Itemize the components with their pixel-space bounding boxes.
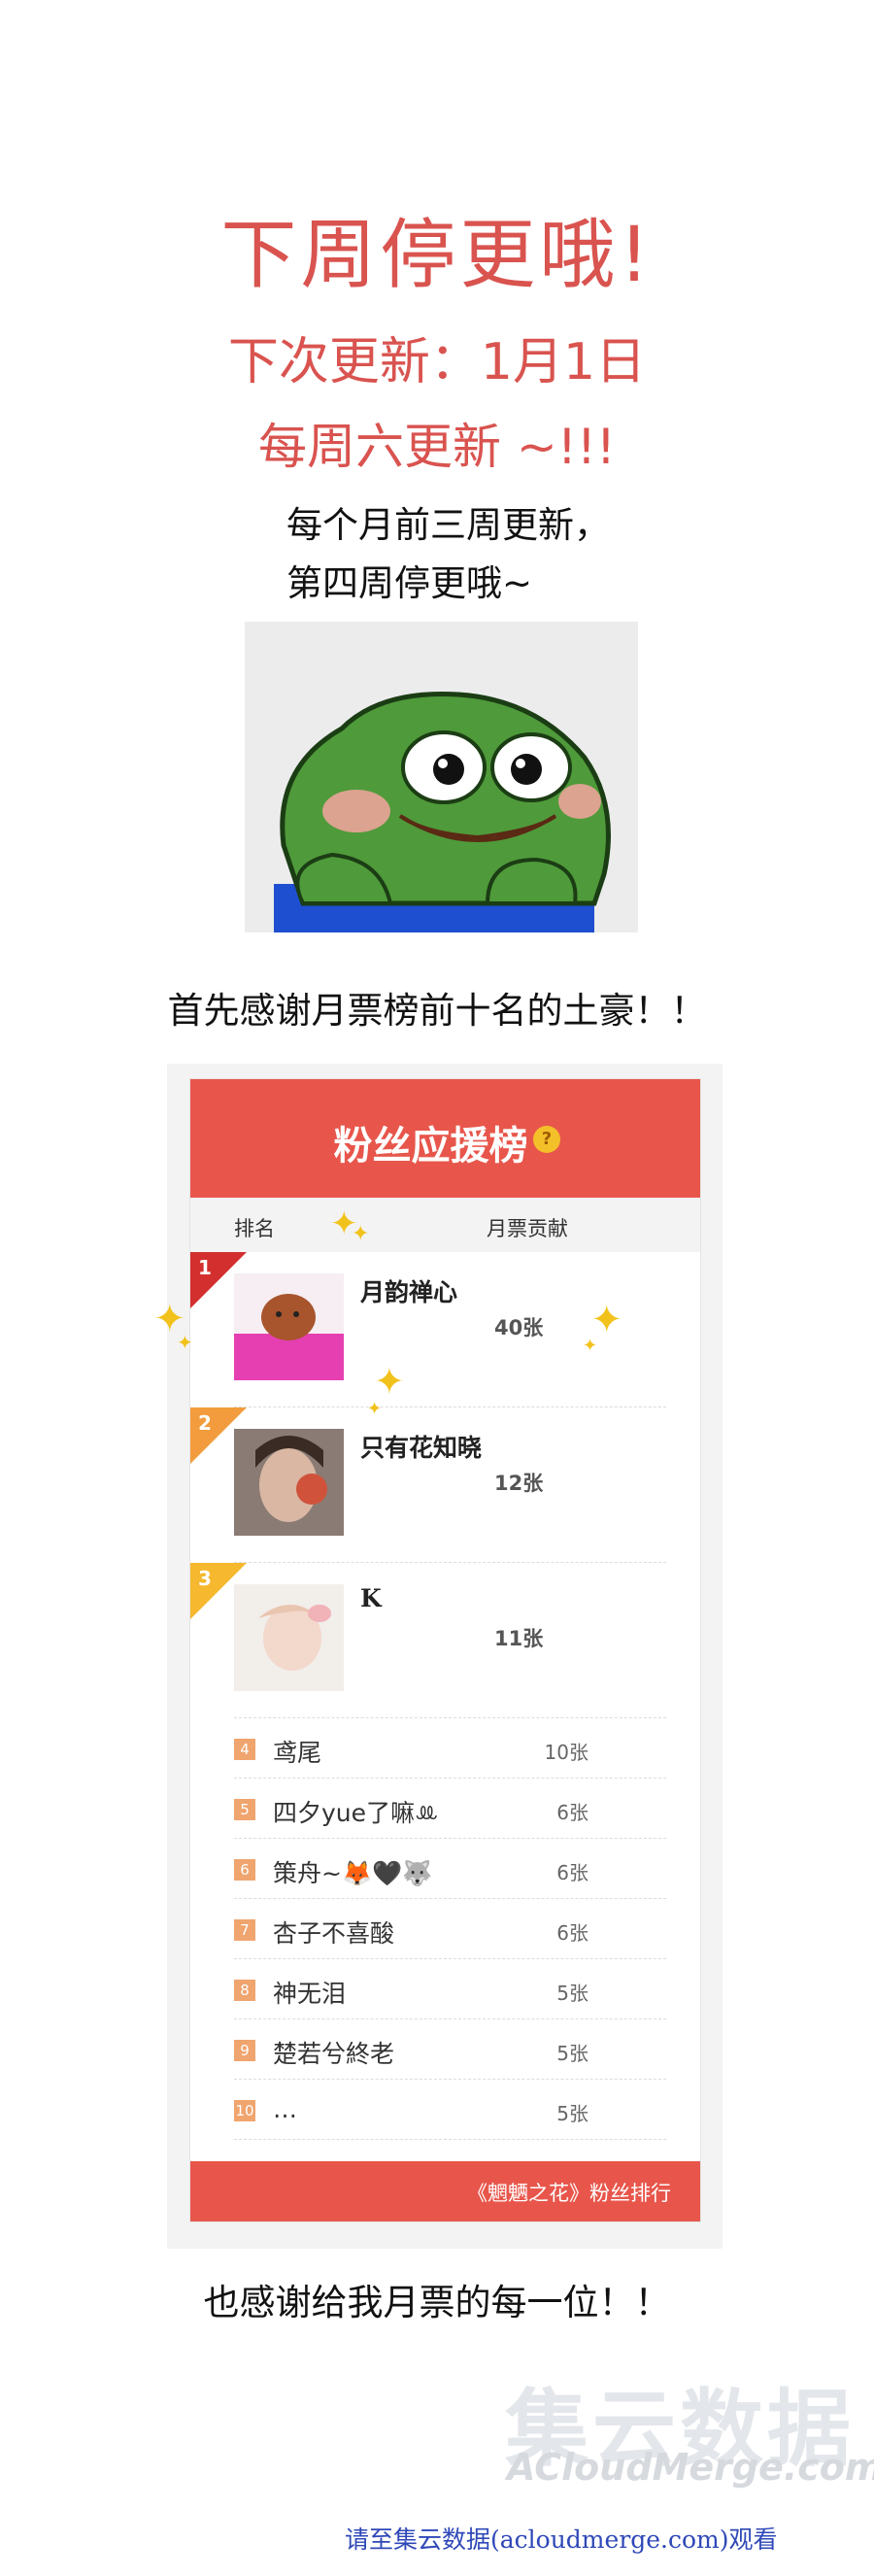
weekly-schedule: 每周六更新 ~!!! xyxy=(258,419,616,475)
rank-badge: 6 xyxy=(234,1859,255,1881)
avatar[interactable] xyxy=(234,1429,344,1536)
sparkle-icon: ✦ xyxy=(367,1399,383,1419)
fan-list-row[interactable]: 4 鸢尾 10张 xyxy=(234,1718,666,1779)
top-fan-row-1[interactable]: 1 月韵禅心 40张 xyxy=(190,1252,700,1407)
leaderboard-title: 粉丝应援榜 xyxy=(333,1124,528,1169)
watermark-english: ACloudMerge.com xyxy=(507,2446,874,2489)
fan-name: … xyxy=(273,2095,297,2123)
rank-badge: 9 xyxy=(234,2040,255,2061)
fan-list-row[interactable]: 9 楚若兮終老 5张 xyxy=(234,2019,666,2080)
rank-badge: 8 xyxy=(234,1980,255,2001)
fan-list-row[interactable]: 10 … 5张 xyxy=(234,2080,666,2140)
rank-number: 3 xyxy=(198,1567,212,1590)
fan-ticket-count: 6张 xyxy=(556,1861,588,1884)
fan-ticket-count: 10张 xyxy=(544,1741,588,1764)
rank-badge: 7 xyxy=(234,1919,255,1941)
rank-badge: 10 xyxy=(234,2100,255,2121)
source-link[interactable]: 请至集云数据(acloudmerge.com)观看 xyxy=(345,2521,778,2556)
leaderboard-header: 粉丝应援榜 ? xyxy=(190,1079,700,1198)
fan-list-row[interactable]: 6 策舟~🦊🖤🐺 6张 xyxy=(234,1839,666,1899)
fan-list-row[interactable]: 7 杏子不喜酸 6张 xyxy=(234,1899,666,1959)
sparkle-icon: ✦ xyxy=(352,1222,370,1246)
rank-number: 1 xyxy=(198,1256,212,1279)
help-icon[interactable]: ? xyxy=(533,1126,560,1153)
avatar[interactable] xyxy=(234,1273,344,1380)
sparkle-icon: ✦ xyxy=(374,1360,405,1403)
avatar[interactable] xyxy=(234,1584,344,1691)
leaderboard-footer[interactable]: 《魍魉之花》粉丝排行 xyxy=(190,2161,700,2221)
thanks-everyone: 也感谢给我月票的每一位！！ xyxy=(203,2282,671,2323)
thanks-top-ten: 首先感谢月票榜前十名的土豪！！ xyxy=(167,990,707,1032)
sparkle-icon: ✦ xyxy=(177,1331,193,1354)
fan-name: 策舟~🦊🖤🐺 xyxy=(273,1859,433,1887)
fan-ticket-count: 5张 xyxy=(556,2042,588,2065)
headline-pause-notice: 下周停更哦! xyxy=(220,212,654,299)
sparkle-icon: ✦ xyxy=(583,1336,598,1356)
schedule-note-line-2: 第四周停更哦~ xyxy=(286,562,533,604)
next-update-date: 下次更新：1月1日 xyxy=(227,333,647,391)
leaderboard-footer-link[interactable]: 《魍魉之花》粉丝排行 xyxy=(467,2178,671,2207)
column-contribution-label: 月票贡献 xyxy=(487,1217,568,1240)
fan-name: 月韵禅心 xyxy=(360,1278,458,1306)
fan-list-row[interactable]: 8 神无泪 5张 xyxy=(234,1959,666,2019)
fan-ticket-count: 6张 xyxy=(556,1801,588,1824)
fan-name: 只有花知晓 xyxy=(360,1434,483,1462)
fan-ticket-count: 40张 xyxy=(494,1316,544,1339)
top-fan-row-3[interactable]: 3 K 11张 xyxy=(190,1563,700,1718)
fan-name: 杏子不喜酸 xyxy=(273,1919,395,1948)
fan-ticket-count: 11张 xyxy=(494,1627,544,1650)
top-fan-row-2[interactable]: 2 只有花知晓 12张 xyxy=(190,1407,700,1563)
column-rank-label: 排名 xyxy=(234,1217,275,1240)
rank-badge: 5 xyxy=(234,1799,255,1820)
leaderboard-column-header: 排名 月票贡献 xyxy=(190,1198,700,1252)
fan-name: 四夕yue了嘛ꔛ xyxy=(273,1799,439,1827)
fan-ticket-count: 5张 xyxy=(556,1982,588,2005)
fan-name: 神无泪 xyxy=(273,1980,347,2008)
fan-ticket-count: 6张 xyxy=(556,1921,588,1945)
watermark-logo: 集云数据 ACloudMerge.com xyxy=(495,2360,874,2496)
frog-sticker-image xyxy=(245,622,638,932)
fan-name: K xyxy=(360,1584,382,1612)
fan-name: 鸢尾 xyxy=(273,1739,322,1767)
fan-name: 楚若兮終老 xyxy=(273,2040,395,2068)
fan-leaderboard: 粉丝应援榜 ? 排名 月票贡献 1 月韵禅心 40张 2 只有花知晓 12张 3… xyxy=(189,1078,701,2222)
fan-list-row[interactable]: 5 四夕yue了嘛ꔛ 6张 xyxy=(234,1779,666,1839)
rank-badge: 4 xyxy=(234,1739,255,1760)
rank-number: 2 xyxy=(198,1411,212,1435)
fan-ticket-count: 12张 xyxy=(494,1472,544,1495)
fan-ticket-count: 5张 xyxy=(556,2102,588,2125)
schedule-note-line-1: 每个月前三周更新， xyxy=(286,504,610,546)
